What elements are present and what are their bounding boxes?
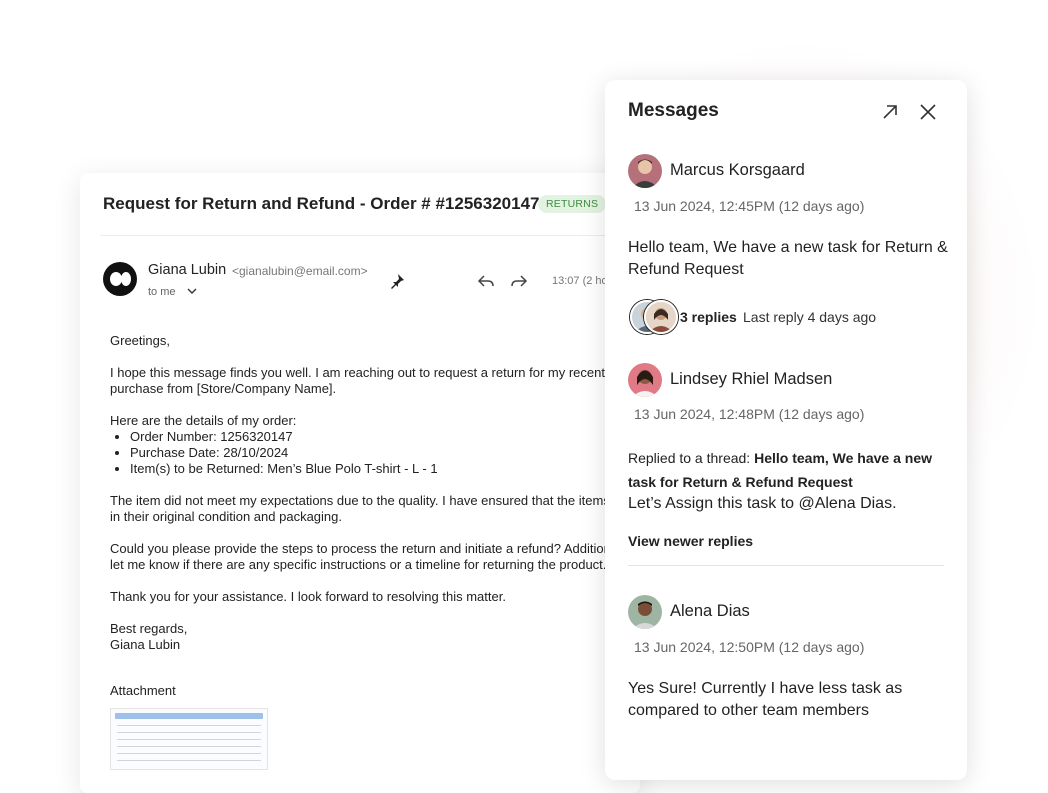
- message-text: Let’s Assign this task to @Alena Dias.: [628, 495, 897, 512]
- returns-tag[interactable]: RETURNS: [538, 195, 607, 213]
- paragraph-line: let me know if there are any specific in…: [110, 557, 607, 572]
- paragraph-line: The item did not meet my expectations du…: [110, 493, 633, 508]
- paragraph-reason: The item did not meet my expectations du…: [110, 493, 633, 525]
- paragraph-request: Could you please provide the steps to pr…: [110, 541, 633, 573]
- message-time: 13 Jun 2024, 12:48PM (12 days ago): [634, 406, 865, 422]
- signature: Giana Lubin: [110, 637, 181, 652]
- avatar: [644, 300, 678, 334]
- divider: [628, 565, 944, 566]
- reply-icon[interactable]: [477, 273, 495, 289]
- purchase-date-item: Purchase Date: 28/10/2024: [130, 445, 630, 461]
- message-author: Marcus Korsgaard: [670, 161, 805, 179]
- paragraph-line: purchase from [Store/Company Name].: [110, 381, 337, 396]
- order-number-item: Order Number: 1256320147: [130, 429, 630, 445]
- paragraph-thanks: Thank you for your assistance. I look fo…: [110, 589, 506, 604]
- greeting: Greetings,: [110, 333, 170, 348]
- message-time: 13 Jun 2024, 12:45PM (12 days ago): [634, 198, 865, 214]
- thread-reference: Replied to a thread: Hello team, We have…: [628, 446, 958, 494]
- view-newer-replies-link[interactable]: View newer replies: [628, 533, 753, 549]
- pin-icon[interactable]: [389, 273, 405, 289]
- message-text: Yes Sure! Currently I have less task as …: [628, 680, 903, 719]
- paragraph-line: in their original condition and packagin…: [110, 509, 342, 524]
- sender-avatar: [103, 262, 137, 296]
- recipient-label: to me: [148, 286, 176, 298]
- attachment-label: Attachment: [110, 683, 176, 698]
- panel-title: Messages: [628, 100, 719, 121]
- email-card: Request for Return and Refund - Order # …: [80, 173, 640, 793]
- message-text: Hello team, We have a new task for Retur…: [628, 239, 948, 278]
- paragraph-intro: I hope this message finds you well. I am…: [110, 365, 630, 397]
- chevron-down-icon[interactable]: [186, 285, 198, 297]
- close-icon[interactable]: [918, 102, 938, 122]
- divider: [100, 235, 640, 236]
- messages-panel: Messages Marcus Korsgaard 13 Jun 2024, 1…: [605, 80, 967, 780]
- paragraph-line: Could you please provide the steps to pr…: [110, 541, 633, 556]
- thread-prefix: Replied to a thread:: [628, 450, 755, 466]
- returned-items-item: Item(s) to be Returned: Men’s Blue Polo …: [130, 461, 630, 477]
- arrow-up-right-icon[interactable]: [880, 102, 900, 122]
- avatar[interactable]: [628, 595, 662, 629]
- message-time: 13 Jun 2024, 12:50PM (12 days ago): [634, 639, 865, 655]
- sender-email: <gianalubin@email.com>: [232, 264, 368, 278]
- replies-count: 3 replies: [680, 309, 737, 325]
- last-reply-time: Last reply 4 days ago: [743, 309, 877, 325]
- sign-off: Best regards,: [110, 621, 188, 636]
- forward-icon[interactable]: [510, 273, 528, 289]
- email-subject: Request for Return and Refund - Order # …: [103, 194, 540, 213]
- order-details-list: Order Number: 1256320147 Purchase Date: …: [110, 429, 630, 477]
- avatar[interactable]: [628, 154, 662, 188]
- attachment-thumbnail[interactable]: [110, 708, 268, 770]
- sender-name: Giana Lubin: [148, 262, 227, 278]
- message-author: Alena Dias: [670, 602, 750, 620]
- paragraph-line: I hope this message finds you well. I am…: [110, 365, 605, 380]
- email-body: Greetings, I hope this message finds you…: [110, 333, 633, 653]
- avatar[interactable]: [628, 363, 662, 397]
- message-author: Lindsey Rhiel Madsen: [670, 370, 833, 388]
- details-intro: Here are the details of my order:: [110, 413, 297, 428]
